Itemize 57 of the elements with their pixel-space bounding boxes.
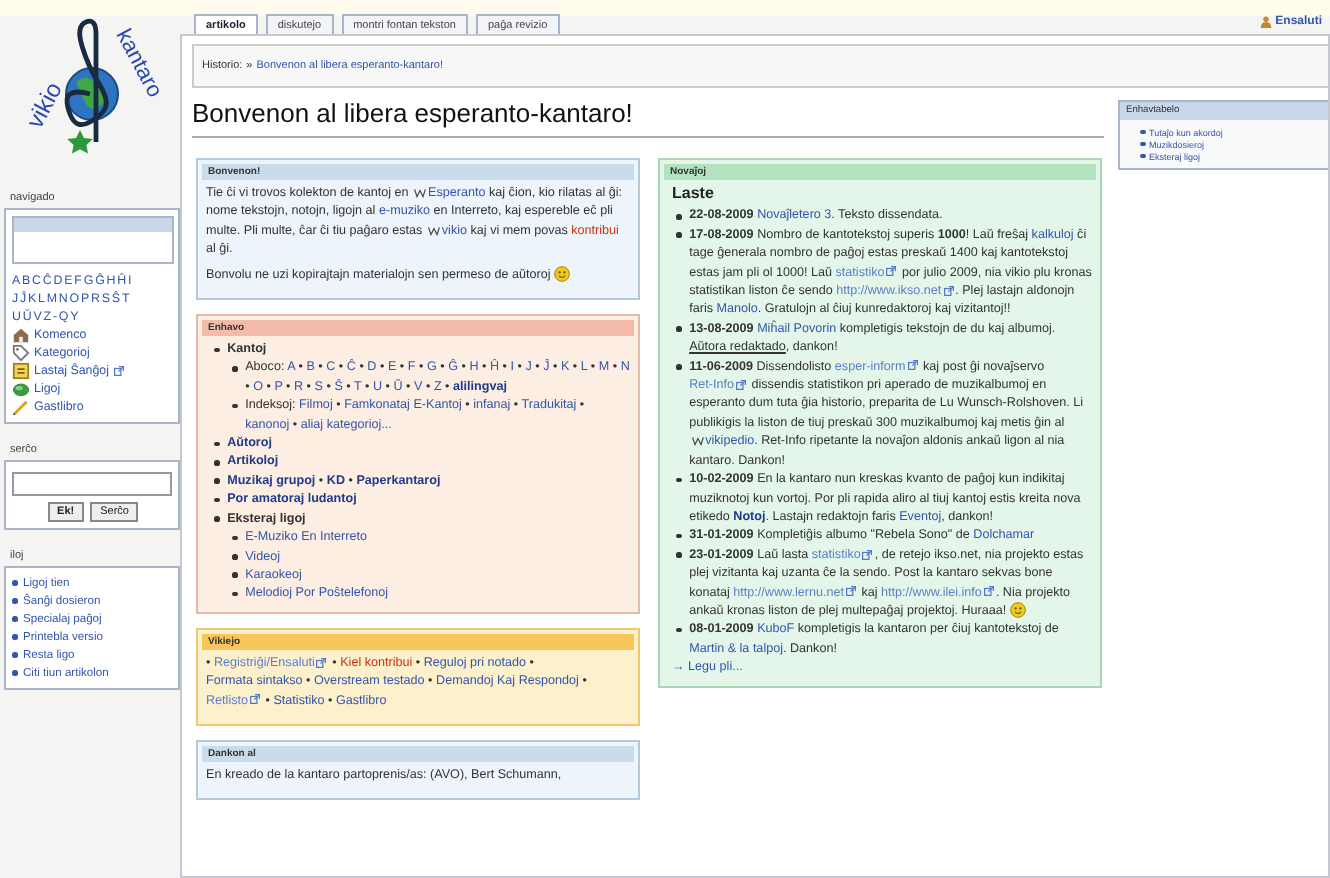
logo-text: vikio <box>20 77 68 133</box>
bullet-icon <box>676 213 682 219</box>
external-link-icon <box>983 586 994 597</box>
bullet-icon <box>676 533 682 539</box>
external-link-icon <box>907 360 918 371</box>
bullet-icon <box>676 627 682 633</box>
bullet-icon <box>214 459 220 466</box>
smiley-icon <box>553 265 570 282</box>
section-heading: Laste <box>672 184 716 203</box>
bullet-icon <box>12 652 17 658</box>
pencil-icon <box>12 398 30 416</box>
globe-icon <box>65 67 119 121</box>
bullet-icon <box>232 572 238 578</box>
bullet-icon <box>232 365 238 372</box>
bullet-icon <box>676 364 682 370</box>
bullet-icon <box>232 403 238 409</box>
treble-clef-icon <box>64 18 109 142</box>
globe-icon <box>12 380 30 398</box>
external-link-icon <box>886 266 897 277</box>
wiki-icon <box>414 187 427 198</box>
external-link-icon <box>736 379 746 390</box>
user-icon <box>1259 16 1272 28</box>
smiley-icon <box>1009 602 1026 619</box>
external-link-icon <box>845 586 856 597</box>
tag-icon <box>12 344 30 362</box>
bullet-icon <box>232 535 238 541</box>
bullet-icon <box>12 634 17 640</box>
bullet-icon <box>1140 153 1145 159</box>
page-icon <box>12 362 30 380</box>
bullet-icon <box>676 477 682 483</box>
bullet-icon <box>676 552 682 558</box>
bullet-icon <box>214 441 220 447</box>
bullet-icon <box>12 598 17 604</box>
bullet-icon <box>214 497 220 503</box>
bullet-icon <box>214 478 220 484</box>
external-link-icon <box>862 549 873 560</box>
bullet-icon <box>12 616 17 622</box>
wiki-icon <box>691 436 704 447</box>
star-icon <box>67 130 93 154</box>
house-icon <box>12 326 30 344</box>
bullet-icon <box>1140 129 1145 135</box>
bullet-icon <box>1140 141 1145 147</box>
external-link-icon <box>316 657 327 668</box>
bullet-icon <box>676 232 682 238</box>
bullet-icon <box>676 326 682 332</box>
external-link-icon <box>250 694 260 705</box>
bullet-icon <box>232 591 238 597</box>
bullet-icon <box>214 347 220 353</box>
search-field[interactable] <box>12 472 172 496</box>
page-title: Bonvenon al libera esperanto-kantaro! <box>192 98 1104 138</box>
wiki-icon <box>427 225 440 236</box>
bullet-icon <box>232 554 238 560</box>
bullet-icon <box>12 670 17 676</box>
external-link-icon <box>113 366 123 376</box>
bullet-icon <box>214 516 220 522</box>
bullet-icon <box>12 580 17 586</box>
external-link-icon <box>943 285 954 296</box>
